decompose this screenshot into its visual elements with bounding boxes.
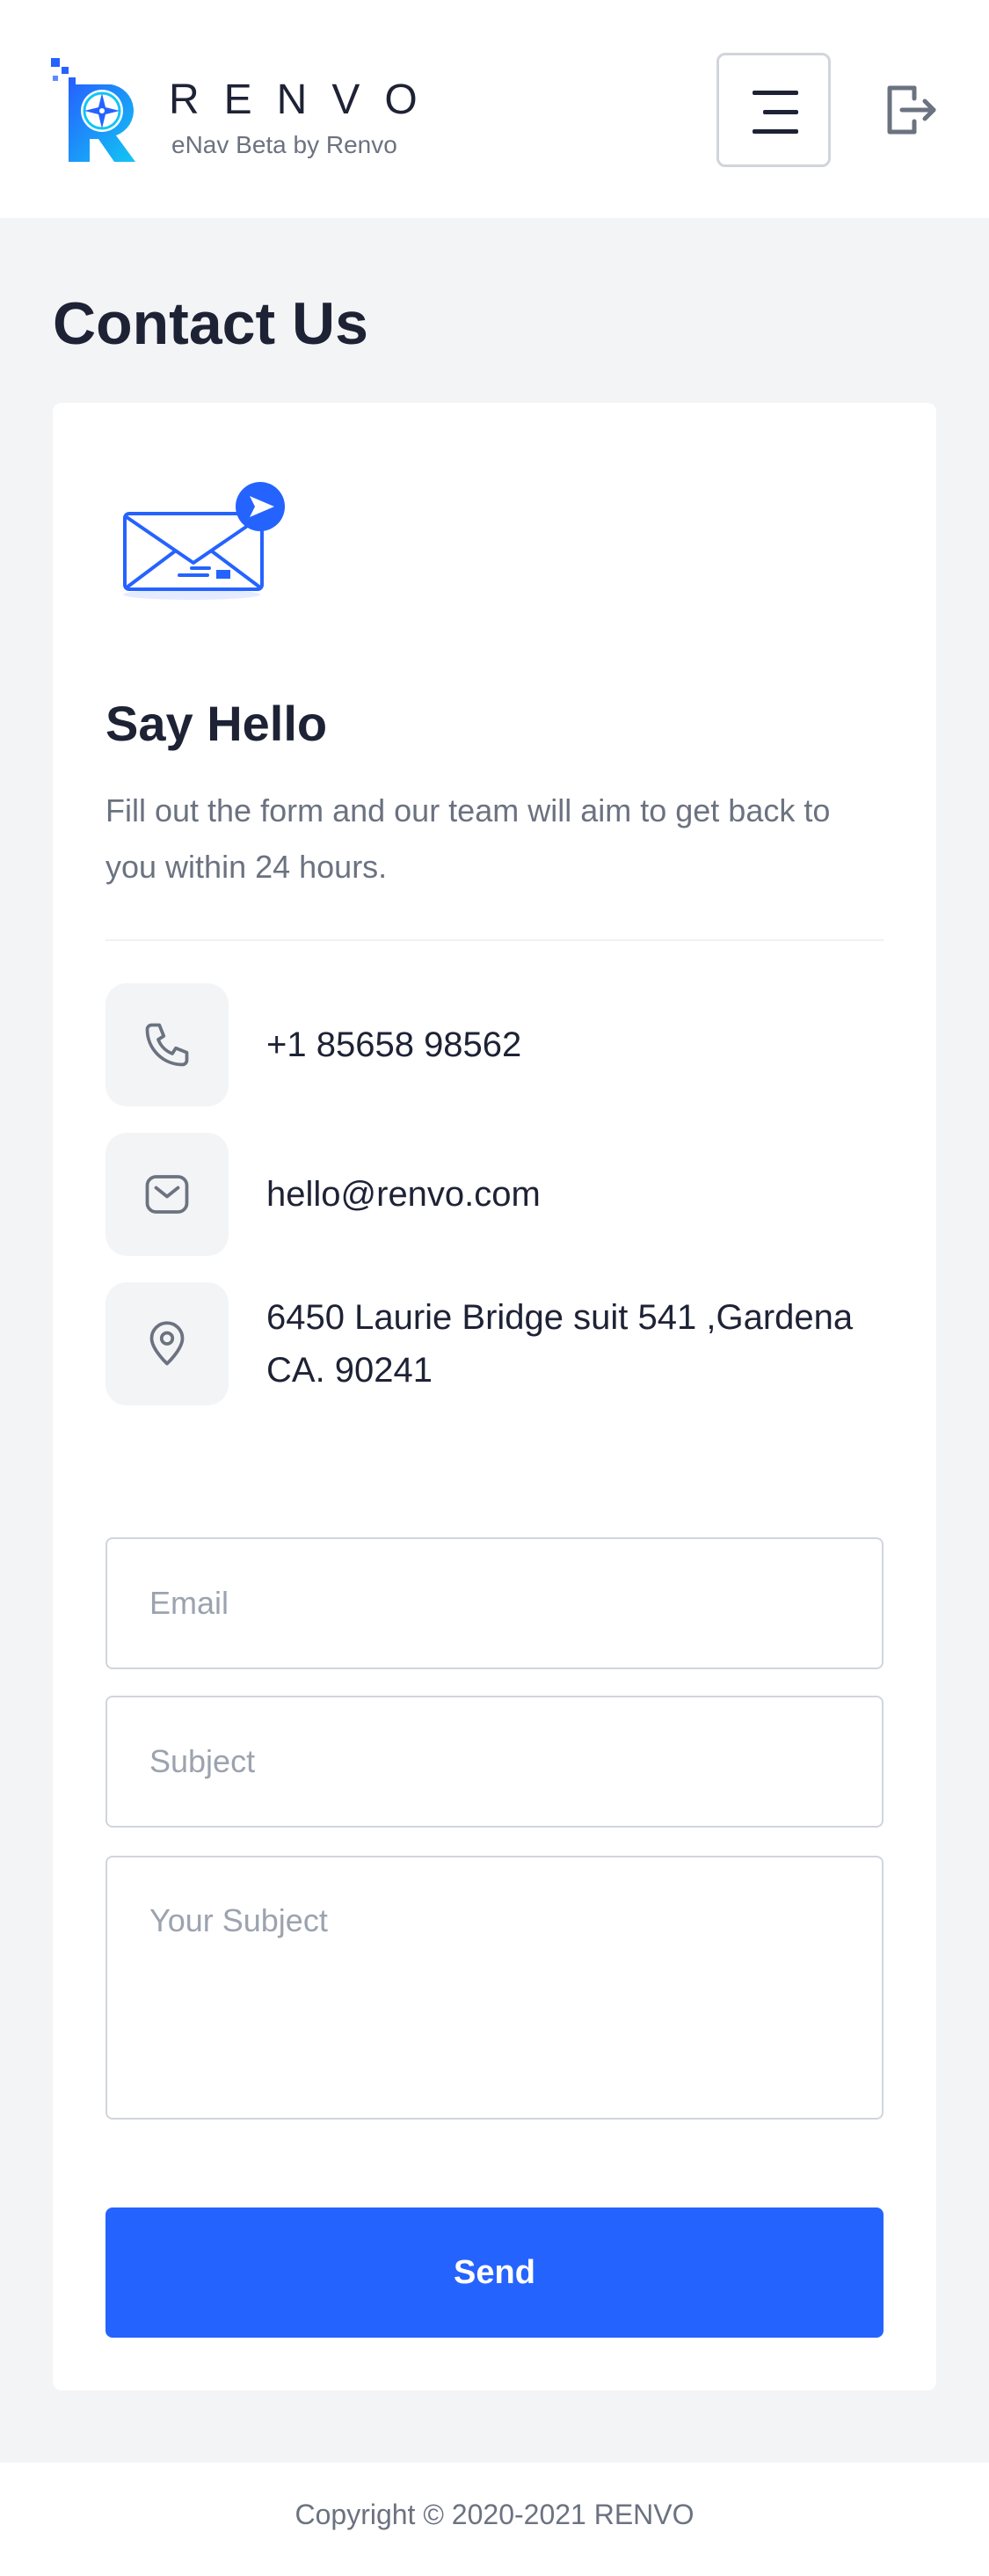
email-field[interactable]	[105, 1537, 884, 1669]
phone-icon	[145, 1023, 189, 1067]
contact-item-phone: +1 85658 98562	[105, 983, 884, 1106]
hamburger-menu-icon	[753, 91, 798, 95]
location-icon-tile	[105, 1282, 229, 1405]
app-header: RENVO eNav Beta by Renvo	[0, 0, 989, 218]
page-title: Contact Us	[53, 290, 368, 357]
phone-number[interactable]: +1 85658 98562	[266, 1018, 521, 1071]
phone-icon-tile	[105, 983, 229, 1106]
divider	[105, 939, 884, 941]
renvo-logo-icon[interactable]	[51, 58, 149, 162]
mail-icon	[145, 1175, 189, 1214]
contact-card: Say Hello Fill out the form and our team…	[53, 403, 936, 2390]
copyright-text: Copyright © 2020-2021 RENVO	[295, 2499, 694, 2530]
mail-icon-tile	[105, 1133, 229, 1256]
say-hello-heading: Say Hello	[105, 696, 328, 751]
subject-field[interactable]	[105, 1696, 884, 1828]
contact-item-address: 6450 Laurie Bridge suit 541 ,Gardena CA.…	[105, 1282, 884, 1405]
brand-name: RENVO	[169, 77, 442, 123]
email-address[interactable]: hello@renvo.com	[266, 1168, 541, 1221]
brand-tagline: eNav Beta by Renvo	[171, 131, 397, 158]
postal-address: 6450 Laurie Bridge suit 541 ,Gardena CA.…	[266, 1298, 854, 1390]
hamburger-menu-icon-line	[763, 110, 798, 114]
menu-button[interactable]	[716, 53, 831, 167]
contact-intro-text: Fill out the form and our team will aim …	[105, 792, 831, 885]
logout-icon[interactable]	[883, 83, 937, 137]
contact-item-email: hello@renvo.com	[105, 1133, 884, 1256]
location-pin-icon	[149, 1321, 185, 1366]
hamburger-menu-icon-line	[753, 129, 798, 134]
message-field[interactable]	[105, 1856, 884, 2120]
send-button[interactable]: Send	[105, 2207, 884, 2338]
envelope-send-icon	[123, 482, 285, 600]
